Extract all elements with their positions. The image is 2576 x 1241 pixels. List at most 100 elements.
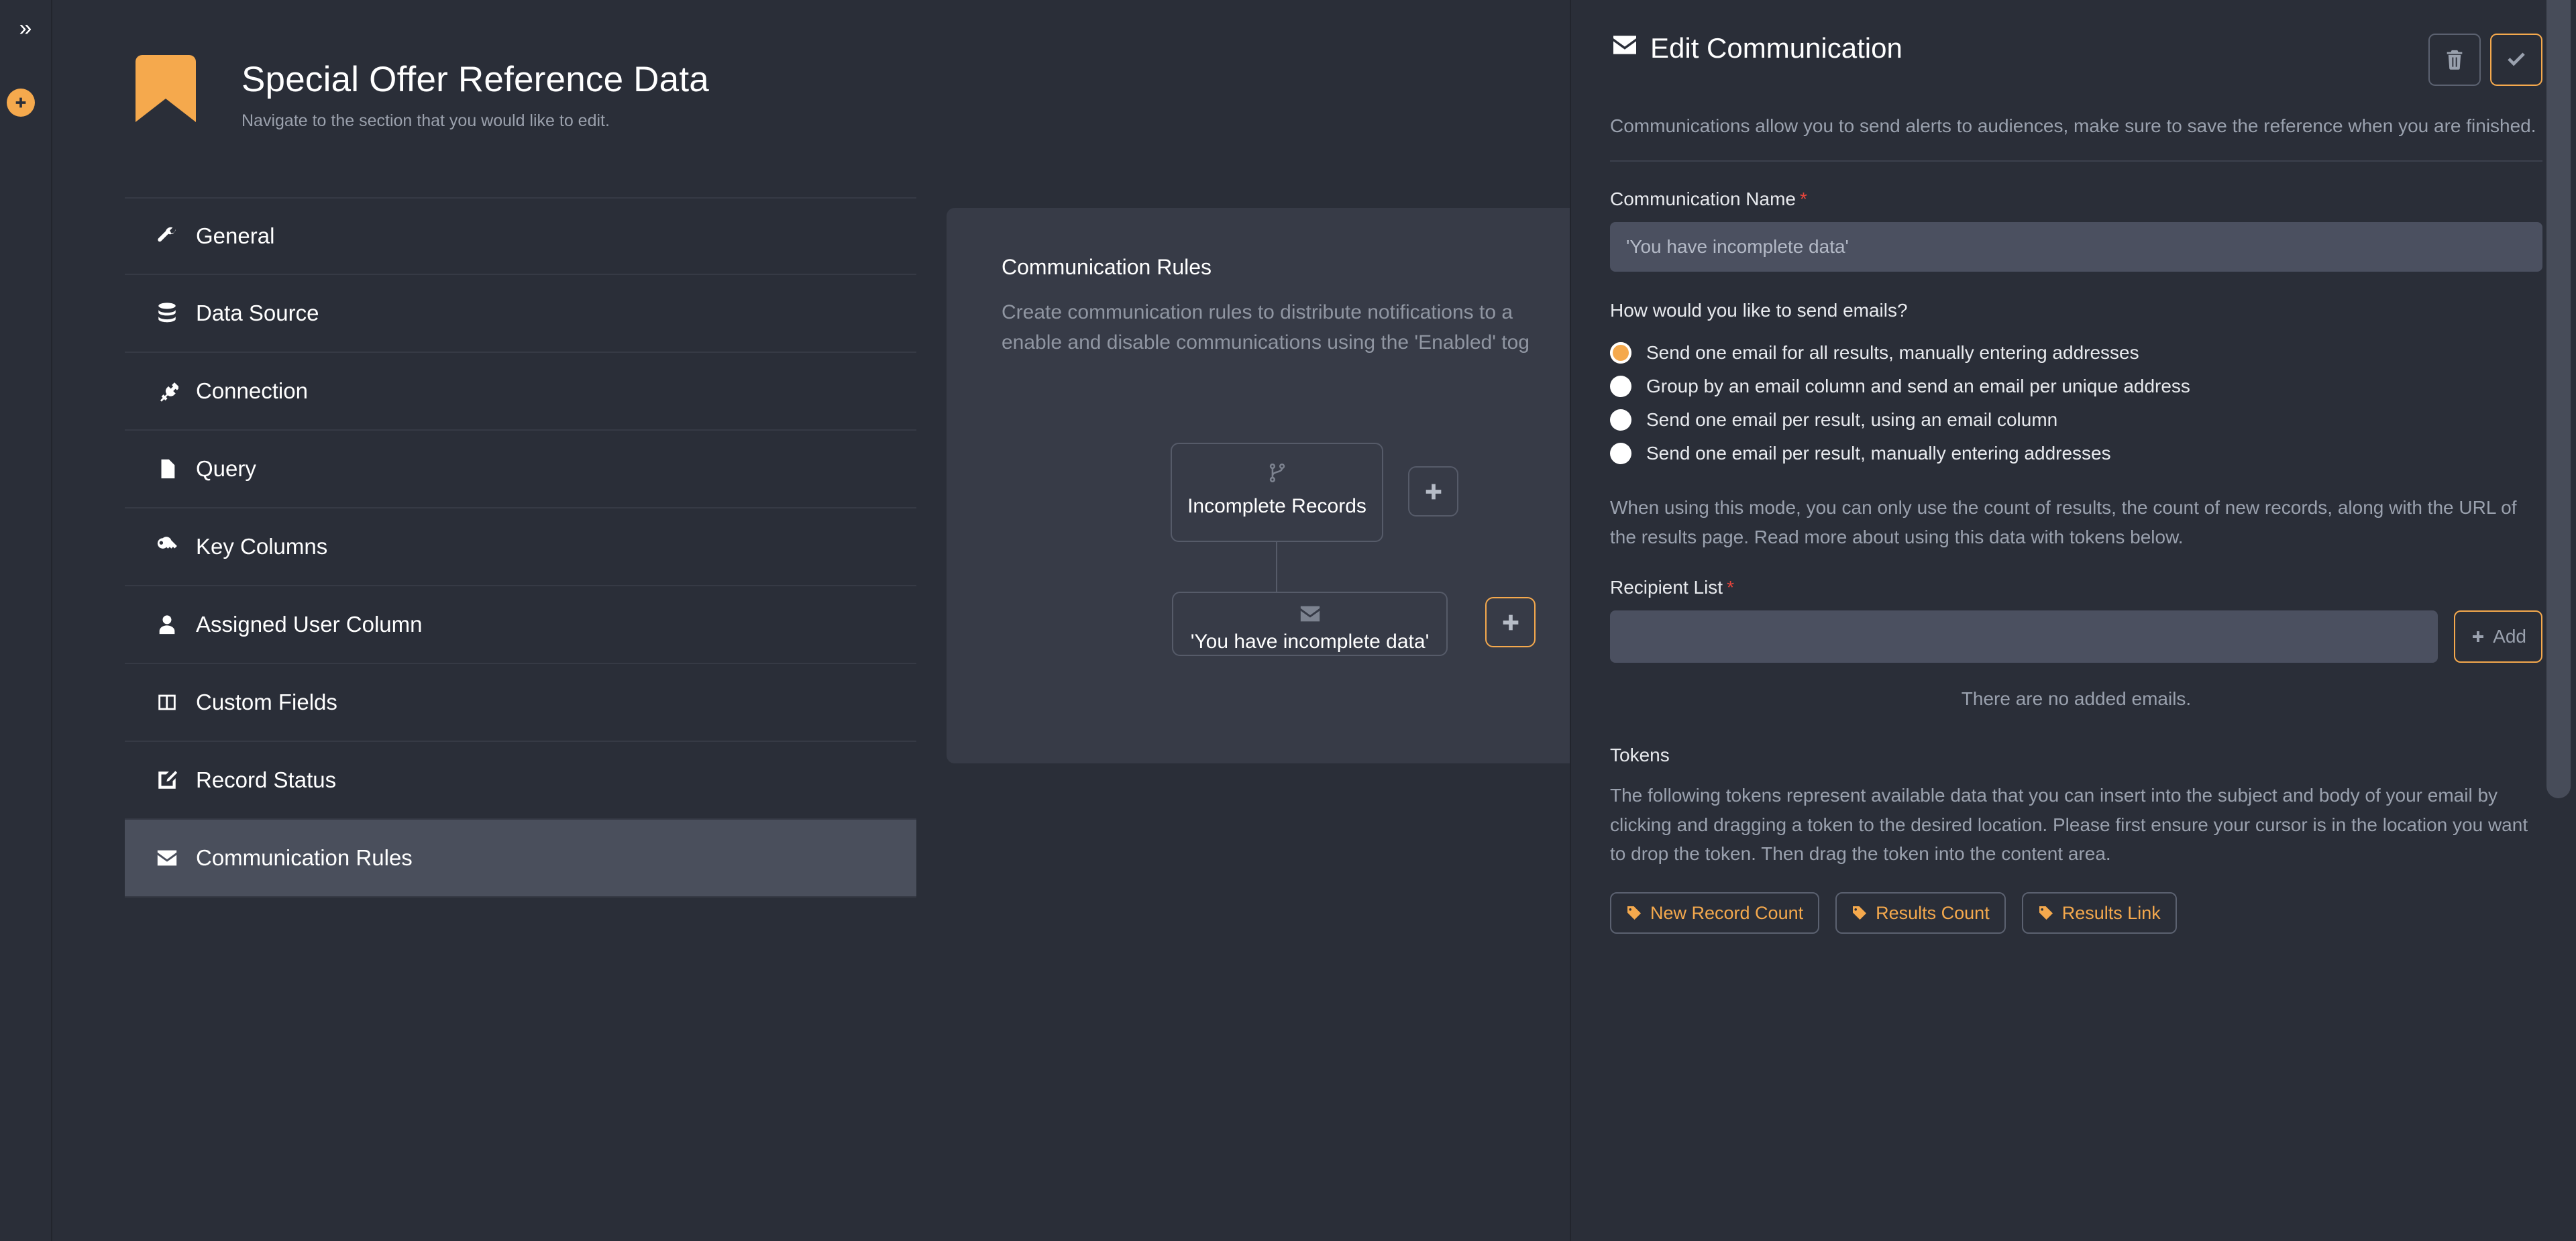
panel-scrollbar[interactable] — [2546, 0, 2571, 798]
panel-action-buttons — [2428, 32, 2542, 86]
radio-icon-selected — [1610, 342, 1631, 364]
send-mode-note: When using this mode, you can only use t… — [1610, 497, 2517, 547]
communication-name-label: Communication Name * — [1610, 188, 1807, 210]
plus-icon — [2473, 631, 2484, 643]
delete-button[interactable] — [2428, 34, 2481, 86]
add-rule-button[interactable] — [1408, 466, 1458, 517]
token-label: Results Link — [2061, 902, 2161, 923]
send-mode-question: How would you like to send emails? — [1610, 300, 1908, 321]
plug-icon — [156, 380, 192, 402]
sidebar-item-record-status[interactable]: Record Status — [125, 742, 916, 820]
user-icon — [156, 613, 192, 636]
recipient-email-input[interactable] — [1610, 610, 2438, 663]
token-label: New Record Count — [1650, 902, 1804, 923]
recipient-list-group: Recipient List * Add There are no added e… — [1610, 577, 2542, 710]
panel-title-group: Edit Communication — [1610, 32, 1902, 64]
panel-title: Edit Communication — [1650, 32, 1902, 64]
radio-label: Send one email for all results, manually… — [1646, 342, 2139, 364]
edit-communication-panel: Edit Communication Communications allow … — [1570, 0, 2576, 1241]
key-icon — [156, 535, 192, 558]
flow-connector-line — [1276, 542, 1277, 592]
radio-icon — [1610, 409, 1631, 431]
sidebar-item-label: Assigned User Column — [196, 612, 423, 637]
sidebar-item-communication-rules[interactable]: Communication Rules — [125, 820, 916, 898]
add-communication-button[interactable] — [1485, 597, 1536, 647]
sidebar-item-general[interactable]: General — [125, 197, 916, 275]
required-marker: * — [1800, 188, 1807, 210]
section-nav-list: General Data Source Connection Query Key… — [125, 197, 916, 898]
recipient-list-label: Recipient List * — [1610, 577, 1734, 598]
tokens-description: The following tokens represent available… — [1610, 785, 2528, 864]
trash-icon — [2447, 50, 2463, 70]
token-results-count[interactable]: Results Count — [1835, 892, 2006, 934]
sidebar-item-key-columns[interactable]: Key Columns — [125, 508, 916, 586]
token-label: Results Count — [1876, 902, 1990, 923]
add-recipient-button[interactable]: Add — [2454, 610, 2542, 663]
edit-square-icon — [156, 769, 192, 792]
flow-node-rule[interactable]: Incomplete Records — [1171, 443, 1383, 542]
code-branch-icon — [1266, 457, 1289, 488]
sidebar-item-label: Custom Fields — [196, 690, 337, 714]
sidebar-item-connection[interactable]: Connection — [125, 353, 916, 431]
radio-option-per-result-column[interactable]: Send one email per result, using an emai… — [1610, 403, 2542, 437]
token-results-link[interactable]: Results Link — [2021, 892, 2177, 934]
flow-node-label: 'You have incomplete data' — [1190, 631, 1430, 653]
communication-name-group: Communication Name * — [1610, 188, 2542, 272]
panel-divider — [1610, 160, 2542, 162]
required-marker: * — [1727, 577, 1734, 598]
envelope-icon — [156, 847, 192, 869]
check-icon — [2508, 52, 2525, 66]
communication-rules-card: Communication Rules Create communication… — [947, 208, 1625, 763]
page-subtitle: Navigate to the section that you would l… — [241, 111, 610, 131]
tag-icon — [1853, 906, 1867, 920]
save-button[interactable] — [2490, 34, 2542, 86]
columns-icon — [156, 691, 192, 714]
sidebar-item-label: Data Source — [196, 301, 319, 325]
reference-nav-column: Special Offer Reference Data Navigate to… — [52, 0, 1625, 1241]
radio-label: Group by an email column and send an ema… — [1646, 376, 2190, 397]
page-title: Special Offer Reference Data — [241, 60, 709, 99]
sidebar-item-custom-fields[interactable]: Custom Fields — [125, 664, 916, 742]
app-root: » Special Offer Reference Data Navigate … — [0, 0, 2576, 1241]
panel-description: Communications allow you to send alerts … — [1610, 115, 2536, 136]
no-emails-message: There are no added emails. — [1961, 688, 2192, 710]
radio-option-per-result-manual[interactable]: Send one email per result, manually ente… — [1610, 437, 2542, 470]
communication-name-input[interactable] — [1610, 222, 2542, 272]
wrench-icon — [156, 225, 192, 248]
radio-option-group-by-column[interactable]: Group by an email column and send an ema… — [1610, 370, 2542, 403]
sidebar-item-label: Communication Rules — [196, 845, 413, 870]
radio-label: Send one email per result, using an emai… — [1646, 409, 2058, 431]
sidebar-item-label: Query — [196, 456, 256, 481]
token-button-row: New Record Count Results Count Results L… — [1610, 868, 2542, 934]
envelope-icon — [1610, 34, 1640, 63]
tokens-title: Tokens — [1610, 745, 1670, 766]
radio-icon — [1610, 376, 1631, 398]
radio-label: Send one email per result, manually ente… — [1646, 443, 2111, 464]
sidebar-item-label: Key Columns — [196, 534, 328, 559]
flow-node-label: Incomplete Records — [1187, 495, 1366, 517]
plus-circle-icon[interactable] — [7, 89, 35, 117]
sidebar-item-label: Connection — [196, 378, 308, 403]
flow-node-communication[interactable]: 'You have incomplete data' — [1172, 592, 1448, 656]
tag-icon — [1627, 906, 1641, 920]
rules-flow-diagram: Incomplete Records 'You have incomplete … — [947, 208, 1625, 763]
radio-option-send-one-all[interactable]: Send one email for all results, manually… — [1610, 336, 2542, 370]
sidebar-item-data-source[interactable]: Data Source — [125, 275, 916, 353]
panel-header: Edit Communication — [1610, 0, 2542, 86]
file-icon — [156, 457, 192, 480]
tag-icon — [2039, 906, 2053, 920]
sidebar-item-label: General — [196, 223, 275, 248]
bookmark-icon — [125, 47, 212, 148]
left-icon-rail: » — [0, 0, 52, 1241]
radio-icon — [1610, 443, 1631, 465]
reference-titles: Special Offer Reference Data Navigate to… — [212, 47, 709, 131]
database-icon — [156, 302, 192, 325]
reference-header: Special Offer Reference Data Navigate to… — [52, 0, 1572, 148]
sidebar-item-assigned-user-column[interactable]: Assigned User Column — [125, 586, 916, 664]
sidebar-item-query[interactable]: Query — [125, 431, 916, 508]
envelope-icon — [1299, 602, 1322, 625]
sidebar-item-label: Record Status — [196, 767, 337, 792]
token-new-record-count[interactable]: New Record Count — [1610, 892, 1820, 934]
chevron-double-right-icon[interactable]: » — [11, 15, 40, 42]
add-recipient-label: Add — [2493, 626, 2526, 647]
